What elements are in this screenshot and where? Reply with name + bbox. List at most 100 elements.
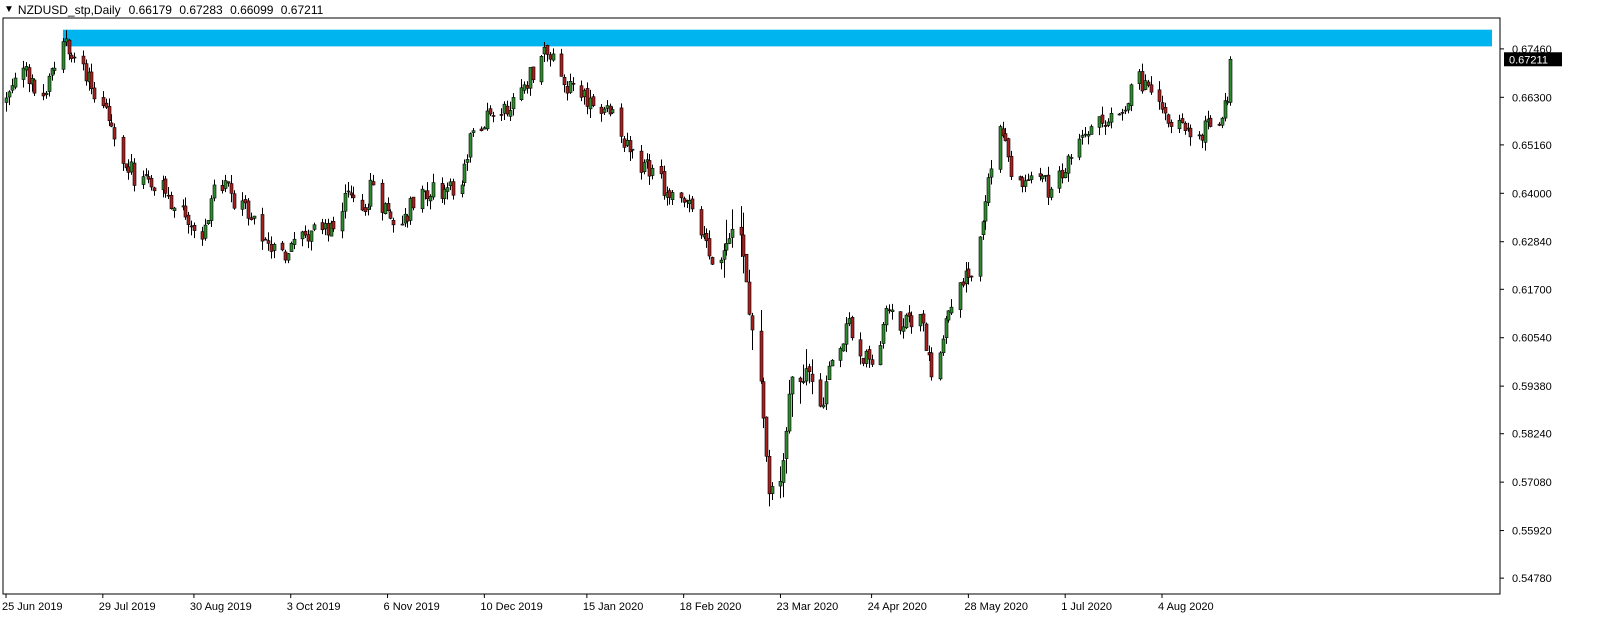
bear-candle [104,102,109,108]
time-axis[interactable]: 25 Jun 2019 29 Jul 2019 30 Aug 2019 3 Oct 2… [2,594,1214,613]
bear-candle [1163,107,1168,114]
bear-candle [232,193,237,209]
bull-candle [890,309,895,313]
bear-candle [747,281,752,315]
bear-candle [807,366,812,373]
bear-candle [331,221,336,230]
bear-candle [739,226,744,236]
plot-border [2,17,1501,595]
bear-candle [619,107,624,137]
bear-candle [810,373,815,382]
bear-candle [505,105,510,115]
bull-candle [448,181,453,187]
bear-candle [126,166,131,173]
bear-candle [371,181,376,186]
bear-candle [41,92,46,97]
price-tick-label: 0.60540 [1512,333,1552,345]
bear-candle [921,313,926,324]
bull-candle [778,481,783,487]
bear-candle [759,330,764,382]
bear-candle [679,192,684,199]
bull-candle [884,307,889,326]
bull-candle [719,259,724,264]
bull-candle [844,323,849,345]
bull-candle [821,404,826,408]
bull-candle [240,200,245,210]
bear-candle [924,323,929,351]
bull-candle [901,326,906,332]
bull-candle [52,67,57,71]
bull-candle [827,365,832,381]
bull-candle [1097,116,1102,128]
price-axis[interactable]: 0.674600.663000.651600.640000.628400.617… [1500,44,1552,585]
bull-candle [1137,71,1142,84]
date-tick-label: 25 Jun 2019 [2,601,63,613]
bull-candle [1203,120,1208,143]
bear-candle [1060,169,1065,179]
bear-candle [858,339,863,357]
bear-candle [599,106,604,114]
bear-candle [1217,123,1222,126]
bear-candle [1003,133,1008,142]
bear-candle [499,114,504,116]
bull-candle [286,253,291,261]
bear-candle [1180,118,1185,124]
bear-candle [699,209,704,236]
price-tick-label: 0.55920 [1512,526,1552,538]
price-tick-label: 0.54780 [1512,573,1552,585]
date-tick-label: 23 Mar 2020 [776,601,838,613]
bear-candle [1120,112,1125,114]
bear-candle [867,349,872,360]
bull-candle [949,306,954,314]
bear-candle [898,311,903,331]
bear-candle [243,199,248,204]
bull-candle [289,243,294,252]
bear-candle [283,251,288,261]
bear-candle [767,456,772,495]
bull-candle [1225,101,1230,104]
bear-candle [112,127,117,140]
resistance-zone[interactable] [62,29,1493,47]
bear-candle [246,200,251,219]
bull-candle [1117,113,1122,116]
bear-candle [662,171,667,196]
bull-candle [1106,121,1111,126]
bull-candle [787,393,792,432]
bear-candle [798,377,803,382]
bear-candle [269,243,274,252]
bull-candle [428,195,433,202]
bull-candle [203,224,208,239]
bull-candle [462,163,467,183]
date-tick-label: 1 Jul 2020 [1061,601,1112,613]
price-tick-label: 0.59380 [1512,381,1552,393]
bull-candle [1126,103,1131,111]
bull-candle [847,318,852,325]
bull-candle [724,243,729,251]
bull-candle [209,198,214,221]
bull-candle [383,203,388,215]
bear-candle [189,225,194,228]
bear-candle [531,66,536,81]
bear-candle [479,128,484,132]
bull-candle [141,176,146,185]
bull-candle [400,223,405,226]
bear-candle [121,136,126,164]
date-tick-label: 15 Jan 2020 [583,601,644,613]
bull-candle [944,318,949,339]
bear-candle [1169,121,1174,127]
date-tick-label: 28 May 2020 [964,601,1028,613]
bull-candle [687,200,692,204]
bull-candle [841,343,846,352]
bear-candle [1026,179,1031,181]
bull-candle [519,87,524,100]
bull-candle [602,108,607,113]
price-chart[interactable]: 0.674600.663000.651600.640000.628400.617… [0,0,1604,632]
bull-candle [804,368,809,382]
bear-candle [1188,127,1193,138]
bull-candle [918,314,923,327]
bear-candle [966,268,971,278]
bull-candle [206,220,211,225]
bull-candle [983,201,988,222]
bull-candle [986,177,991,203]
bear-candle [861,357,866,364]
